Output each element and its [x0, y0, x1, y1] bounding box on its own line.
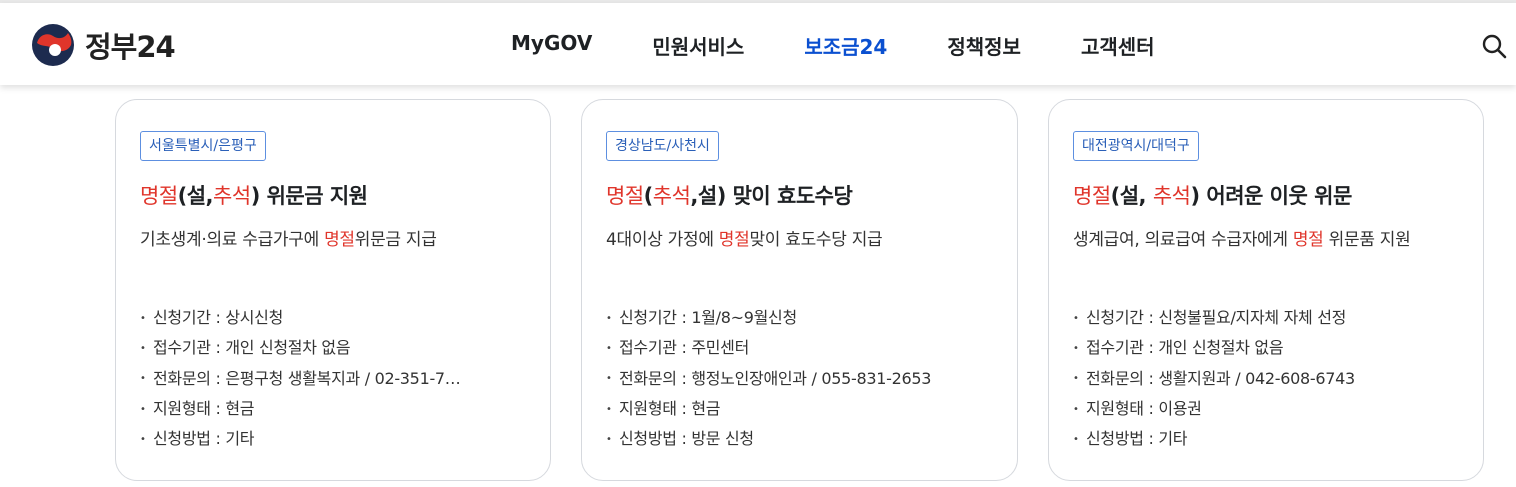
logo-text: 정부24	[85, 30, 176, 64]
info-phone-inquiry: 전화문의 : 행정노인장애인과 / 055-831-2653	[606, 364, 997, 394]
taegeuk-logo-icon	[32, 24, 74, 66]
info-receiving-agency: 접수기관 : 개인 신청절차 없음	[140, 333, 530, 363]
info-application-period: 신청기간 : 상시신청	[140, 303, 530, 333]
subsidy-card[interactable]: 경상남도/사천시 명절(추석,설) 맞이 효도수당 4대이상 가정에 명절맞이 …	[581, 99, 1018, 481]
subsidy-card[interactable]: 서울특별시/은평구 명절(설,추석) 위문금 지원 기초생계·의료 수급가구에 …	[115, 99, 551, 481]
subsidy-card-list: 서울특별시/은평구 명절(설,추석) 위문금 지원 기초생계·의료 수급가구에 …	[115, 99, 1484, 481]
card-info-list: 신청기간 : 신청불필요/지자체 자체 선정 접수기관 : 개인 신청절차 없음…	[1073, 303, 1463, 454]
card-info-list: 신청기간 : 상시신청 접수기관 : 개인 신청절차 없음 전화문의 : 은평구…	[140, 303, 530, 454]
card-description: 기초생계·의료 수급가구에 명절위문금 지급	[140, 230, 437, 250]
info-application-method: 신청방법 : 기타	[140, 424, 530, 454]
info-application-period: 신청기간 : 1월/8~9월신청	[606, 303, 997, 333]
site-header: 정부24 MyGOV 민원서비스 보조금24 정책정보 고객센터	[0, 3, 1516, 85]
info-receiving-agency: 접수기관 : 개인 신청절차 없음	[1073, 333, 1463, 363]
nav-policy-info[interactable]: 정책정보	[947, 31, 1021, 60]
region-badge: 서울특별시/은평구	[140, 131, 266, 161]
nav-mygov[interactable]: MyGOV	[511, 31, 592, 60]
info-support-type: 지원형태 : 이용권	[1073, 394, 1463, 424]
nav-customer-center[interactable]: 고객센터	[1081, 31, 1155, 60]
card-description: 4대이상 가정에 명절맞이 효도수당 지급	[606, 230, 883, 250]
subsidy-card[interactable]: 대전광역시/대덕구 명절(설, 추석) 어려운 이웃 위문 생계급여, 의료급여…	[1048, 99, 1484, 481]
info-support-type: 지원형태 : 현금	[140, 394, 530, 424]
search-button[interactable]	[1481, 33, 1507, 59]
card-title[interactable]: 명절(설, 추석) 어려운 이웃 위문	[1073, 181, 1459, 211]
card-info-list: 신청기간 : 1월/8~9월신청 접수기관 : 주민센터 전화문의 : 행정노인…	[606, 303, 997, 454]
nav-subsidy24[interactable]: 보조금24	[804, 31, 887, 60]
card-title[interactable]: 명절(설,추석) 위문금 지원	[140, 181, 526, 211]
info-receiving-agency: 접수기관 : 주민센터	[606, 333, 997, 363]
region-badge: 대전광역시/대덕구	[1073, 131, 1199, 161]
info-application-method: 신청방법 : 기타	[1073, 424, 1463, 454]
info-support-type: 지원형태 : 현금	[606, 394, 997, 424]
card-description: 생계급여, 의료급여 수급자에게 명절 위문품 지원	[1073, 230, 1411, 250]
info-phone-inquiry: 전화문의 : 은평구청 생활복지과 / 02-351-7…	[140, 364, 530, 394]
logo[interactable]: 정부24	[31, 23, 176, 67]
info-phone-inquiry: 전화문의 : 생활지원과 / 042-608-6743	[1073, 364, 1463, 394]
info-application-method: 신청방법 : 방문 신청	[606, 424, 997, 454]
nav-civil-service[interactable]: 민원서비스	[652, 31, 744, 60]
region-badge: 경상남도/사천시	[606, 131, 719, 161]
main-nav: MyGOV 민원서비스 보조금24 정책정보 고객센터	[511, 31, 1215, 60]
info-application-period: 신청기간 : 신청불필요/지자체 자체 선정	[1073, 303, 1463, 333]
search-icon	[1482, 34, 1507, 59]
card-title[interactable]: 명절(추석,설) 맞이 효도수당	[606, 181, 993, 211]
